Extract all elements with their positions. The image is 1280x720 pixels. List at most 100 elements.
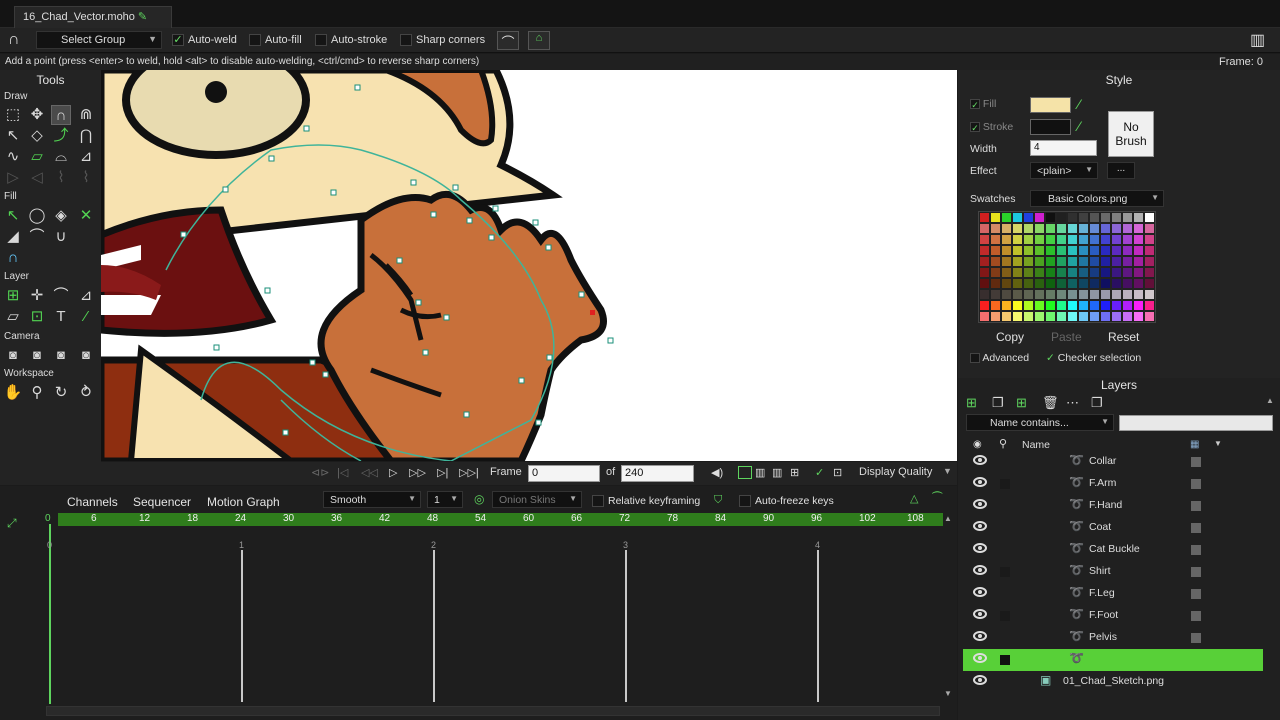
horizontal-scrollbar[interactable]	[46, 706, 940, 716]
color-swatch[interactable]	[1045, 212, 1056, 223]
copy-button[interactable]: Copy	[996, 330, 1024, 344]
shield-icon[interactable]: ⛉	[714, 494, 722, 507]
color-swatch[interactable]	[1078, 289, 1089, 300]
color-swatch[interactable]	[1089, 223, 1100, 234]
layer-row[interactable]: ▣ 01_Chad_Sketch.png	[963, 671, 1263, 693]
layer-color-tag[interactable]	[1191, 589, 1201, 599]
color-swatch[interactable]	[979, 289, 990, 300]
color-swatch[interactable]	[1100, 289, 1111, 300]
chevron-down-icon[interactable]: ▼	[943, 466, 952, 476]
color-swatch[interactable]	[1133, 311, 1144, 322]
color-swatch[interactable]	[1133, 289, 1144, 300]
color-swatch[interactable]	[1133, 212, 1144, 223]
stroke-option[interactable]: ✓ Stroke	[970, 121, 1013, 133]
color-swatch[interactable]	[1045, 223, 1056, 234]
color-swatch[interactable]	[1023, 278, 1034, 289]
color-swatch[interactable]	[1122, 234, 1133, 245]
color-swatch[interactable]	[1034, 234, 1045, 245]
rotate-workspace-icon[interactable]: ↻	[51, 383, 71, 403]
camera-pan-icon[interactable]: ◙	[76, 345, 96, 365]
color-swatch[interactable]	[1045, 234, 1056, 245]
lock-icon[interactable]: ⌂	[528, 31, 550, 50]
color-swatch[interactable]	[1111, 256, 1122, 267]
eye-icon[interactable]	[973, 521, 987, 531]
eye-icon[interactable]	[973, 631, 987, 641]
advanced-option[interactable]: Advanced	[970, 352, 1029, 364]
color-swatch[interactable]	[1144, 212, 1155, 223]
layer-lock-toggle[interactable]	[1000, 479, 1010, 489]
blob-brush-tool-icon[interactable]: ∿	[3, 147, 23, 167]
document-tab[interactable]: 16_Chad_Vector.moho ✎	[14, 6, 172, 28]
layer-color-tag[interactable]	[1191, 501, 1201, 511]
auto-freeze-checkbox[interactable]	[739, 495, 751, 508]
color-swatch[interactable]	[1078, 311, 1089, 322]
transform-layer-tool-icon[interactable]: ⊞	[3, 286, 23, 306]
color-swatch[interactable]	[1078, 300, 1089, 311]
record-icon[interactable]: ⊲⊳	[311, 466, 329, 479]
color-swatch[interactable]	[1111, 267, 1122, 278]
layer-row[interactable]: ➰ Shirt	[963, 561, 1263, 583]
color-swatch[interactable]	[1034, 256, 1045, 267]
color-swatch[interactable]	[1122, 311, 1133, 322]
trash-icon[interactable]: 🗑	[1042, 395, 1059, 411]
color-swatches-grid[interactable]	[978, 211, 1156, 323]
motion-graph-area[interactable]: 0 1 2 3 4	[0, 540, 957, 702]
color-swatch[interactable]	[1045, 245, 1056, 256]
color-swatch[interactable]	[1012, 267, 1023, 278]
tab-motion-graph[interactable]: Motion Graph	[207, 495, 280, 509]
auto-fill-checkbox[interactable]	[249, 34, 261, 47]
camera-track-icon[interactable]: ◙	[3, 345, 23, 365]
color-swatch[interactable]	[1023, 223, 1034, 234]
color-swatch[interactable]	[1089, 300, 1100, 311]
onion-skin-icon[interactable]: ◎	[474, 492, 484, 506]
color-swatch[interactable]	[1122, 267, 1133, 278]
color-swatch[interactable]	[1122, 256, 1133, 267]
layer-filter-input[interactable]	[1119, 415, 1273, 431]
audio-icon[interactable]: ◀)	[711, 466, 723, 479]
scale-layer-tool-icon[interactable]: ⊡	[27, 307, 47, 327]
color-swatch[interactable]	[1144, 267, 1155, 278]
layer-color-tag[interactable]	[1191, 523, 1201, 533]
new-layer-icon[interactable]: ⊞	[966, 395, 977, 411]
eye-icon[interactable]	[973, 565, 987, 575]
import-layer-icon[interactable]: ⊞	[1016, 395, 1027, 411]
reset-button[interactable]: Reset	[1108, 330, 1139, 344]
color-swatch[interactable]	[1078, 278, 1089, 289]
layer-color-tag[interactable]	[1191, 479, 1201, 489]
color-swatch[interactable]	[1012, 311, 1023, 322]
view-triple-icon[interactable]: ▥	[772, 466, 782, 479]
color-swatch[interactable]	[1023, 245, 1034, 256]
color-swatch[interactable]	[1122, 289, 1133, 300]
color-swatch[interactable]	[1045, 300, 1056, 311]
line-width-tool-icon[interactable]: ◢	[3, 227, 23, 247]
color-swatch[interactable]	[1045, 267, 1056, 278]
relative-keyframing-option[interactable]: Relative keyframing	[592, 495, 700, 508]
bone-tool-icon[interactable]: ⌒	[51, 286, 71, 306]
color-swatch[interactable]	[1034, 212, 1045, 223]
color-swatch[interactable]	[1001, 245, 1012, 256]
color-swatch[interactable]	[1111, 278, 1122, 289]
color-swatch[interactable]	[1144, 234, 1155, 245]
color-swatch[interactable]	[1012, 223, 1023, 234]
checker-selection-option[interactable]: ✓ Checker selection	[1046, 352, 1141, 364]
freehand-tool-icon[interactable]: ◇	[27, 126, 47, 146]
fill-checkbox[interactable]: ✓	[970, 99, 980, 110]
color-swatch[interactable]	[1100, 245, 1111, 256]
hide-edge-tool-icon[interactable]: ⌒	[27, 227, 47, 247]
color-swatch[interactable]	[1078, 267, 1089, 278]
tab-sequencer[interactable]: Sequencer	[133, 495, 191, 509]
triangle-up-icon[interactable]: △	[910, 492, 918, 505]
layer-row[interactable]: ➰ Coat	[963, 517, 1263, 539]
color-swatch[interactable]	[1067, 256, 1078, 267]
color-swatch[interactable]	[1078, 234, 1089, 245]
scatter-brush-tool-icon[interactable]: ⤴	[51, 126, 71, 146]
expand-icon[interactable]: ⤢	[7, 516, 17, 531]
color-swatch[interactable]	[1001, 267, 1012, 278]
layer-row[interactable]: ➰	[963, 649, 1263, 671]
layer-lock-toggle[interactable]	[1000, 655, 1010, 665]
color-swatch[interactable]	[990, 311, 1001, 322]
color-swatch[interactable]	[1001, 212, 1012, 223]
color-swatch[interactable]	[979, 212, 990, 223]
color-swatch[interactable]	[1078, 256, 1089, 267]
color-swatch[interactable]	[1100, 300, 1111, 311]
